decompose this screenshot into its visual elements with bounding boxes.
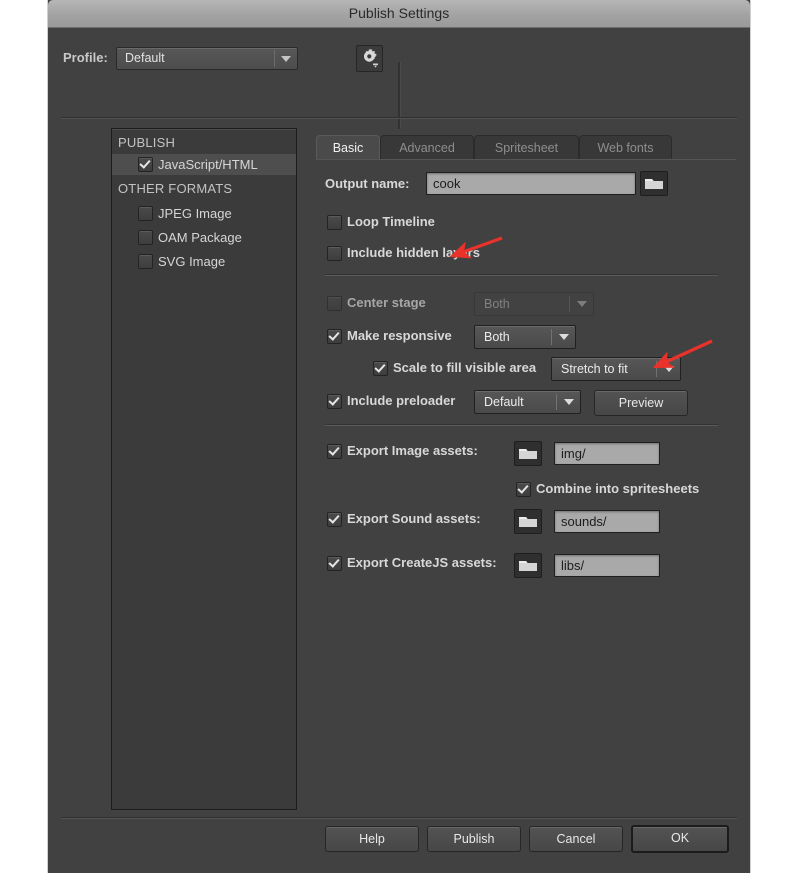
include-hidden-layers-label: Include hidden layers bbox=[347, 245, 480, 260]
cancel-button[interactable]: Cancel bbox=[529, 826, 623, 852]
tab-spritesheet[interactable]: Spritesheet bbox=[474, 135, 579, 160]
sidebar-item-label: JavaScript/HTML bbox=[158, 154, 258, 175]
export-createjs-assets-browse-button[interactable] bbox=[514, 553, 542, 578]
formats-list: PUBLISH JavaScript/HTML OTHER FORMATS JP… bbox=[111, 128, 297, 810]
sidebar-heading-other-formats: OTHER FORMATS bbox=[118, 181, 232, 196]
sidebar-item-checkbox[interactable] bbox=[138, 206, 153, 226]
sidebar-item-oam-package[interactable]: OAM Package bbox=[112, 227, 296, 248]
export-sound-assets-path-value: sounds/ bbox=[561, 511, 607, 532]
center-stage-select[interactable]: Both bbox=[474, 292, 594, 316]
chevron-down-icon bbox=[559, 334, 569, 340]
center-stage-label: Center stage bbox=[347, 295, 426, 310]
ok-button[interactable]: OK bbox=[631, 825, 729, 853]
output-name-label: Output name: bbox=[325, 176, 410, 191]
scale-to-fill-checkbox[interactable] bbox=[373, 361, 388, 376]
sidebar-item-label: SVG Image bbox=[158, 251, 225, 272]
tab-bar: Basic Advanced Spritesheet Web fonts bbox=[316, 135, 736, 160]
make-responsive-select[interactable]: Both bbox=[474, 325, 576, 349]
combine-spritesheets-checkbox[interactable] bbox=[516, 482, 531, 497]
profile-select[interactable]: Default bbox=[116, 47, 298, 70]
output-name-value: cook bbox=[433, 173, 460, 194]
window-title: Publish Settings bbox=[48, 0, 750, 27]
sidebar-item-checkbox[interactable] bbox=[138, 230, 153, 250]
publish-button[interactable]: Publish bbox=[427, 826, 521, 852]
export-createjs-assets-path-value: libs/ bbox=[561, 555, 584, 576]
scale-to-fill-select-divider bbox=[656, 361, 657, 377]
include-preloader-select[interactable]: Default bbox=[474, 390, 581, 414]
sidebar-item-label: JPEG Image bbox=[158, 203, 232, 224]
profile-row: Profile: Default bbox=[48, 27, 750, 117]
center-stage-checkbox[interactable] bbox=[327, 296, 342, 311]
tab-web-fonts[interactable]: Web fonts bbox=[579, 135, 672, 160]
tab-advanced[interactable]: Advanced bbox=[380, 135, 474, 160]
sidebar-item-checkbox[interactable] bbox=[138, 157, 153, 177]
include-preloader-label: Include preloader bbox=[347, 393, 455, 408]
export-sound-assets-checkbox[interactable] bbox=[327, 512, 342, 527]
include-hidden-layers-checkbox[interactable] bbox=[327, 246, 342, 261]
folder-icon bbox=[515, 554, 541, 577]
include-preloader-select-divider bbox=[556, 394, 557, 410]
center-stage-select-value: Both bbox=[484, 293, 510, 315]
include-preloader-select-value: Default bbox=[484, 391, 524, 413]
section-separator-2 bbox=[325, 424, 718, 426]
folder-icon bbox=[515, 510, 541, 533]
basic-tab-panel: Output name: cook Loop Timeline Include … bbox=[316, 160, 737, 808]
output-name-input[interactable]: cook bbox=[426, 172, 636, 195]
chevron-down-icon bbox=[281, 56, 291, 62]
sidebar-item-label: OAM Package bbox=[158, 227, 242, 248]
sidebar-item-jpeg-image[interactable]: JPEG Image bbox=[112, 203, 296, 224]
window-titlebar: Publish Settings bbox=[48, 0, 750, 28]
sidebar-item-svg-image[interactable]: SVG Image bbox=[112, 251, 296, 272]
export-image-assets-checkbox[interactable] bbox=[327, 444, 342, 459]
export-createjs-assets-path-input[interactable]: libs/ bbox=[554, 554, 660, 577]
loop-timeline-checkbox[interactable] bbox=[327, 215, 342, 230]
export-sound-assets-path-input[interactable]: sounds/ bbox=[554, 510, 660, 533]
chevron-down-icon bbox=[664, 366, 674, 372]
footer-separator bbox=[61, 817, 737, 819]
include-preloader-checkbox[interactable] bbox=[327, 394, 342, 409]
sidebar-item-checkbox[interactable] bbox=[138, 254, 153, 274]
sidebar-heading-publish: PUBLISH bbox=[118, 135, 175, 150]
export-image-assets-path-value: img/ bbox=[561, 443, 586, 464]
loop-timeline-label: Loop Timeline bbox=[347, 214, 435, 229]
sidebar-item-javascript-html[interactable]: JavaScript/HTML bbox=[112, 154, 296, 175]
publish-settings-dialog: Publish Settings Profile: Default PUBLIS… bbox=[48, 0, 750, 873]
center-stage-select-divider bbox=[569, 296, 570, 312]
folder-icon bbox=[641, 172, 667, 195]
make-responsive-label: Make responsive bbox=[347, 328, 452, 343]
chevron-down-icon bbox=[577, 301, 587, 307]
folder-icon bbox=[515, 442, 541, 465]
scale-to-fill-select[interactable]: Stretch to fit bbox=[551, 357, 681, 381]
make-responsive-select-divider bbox=[551, 329, 552, 345]
section-separator-1 bbox=[325, 274, 718, 276]
export-image-assets-label: Export Image assets: bbox=[347, 443, 478, 458]
profile-options-button[interactable] bbox=[356, 45, 383, 72]
gear-icon bbox=[357, 46, 382, 71]
scale-to-fill-select-value: Stretch to fit bbox=[561, 358, 628, 380]
help-button[interactable]: Help bbox=[325, 826, 419, 852]
make-responsive-checkbox[interactable] bbox=[327, 329, 342, 344]
tab-basic[interactable]: Basic bbox=[316, 135, 380, 160]
export-sound-assets-label: Export Sound assets: bbox=[347, 511, 481, 526]
profile-select-divider bbox=[274, 50, 275, 67]
profile-select-value: Default bbox=[125, 48, 165, 69]
export-image-assets-path-input[interactable]: img/ bbox=[554, 442, 660, 465]
export-image-assets-browse-button[interactable] bbox=[514, 441, 542, 466]
chevron-down-icon bbox=[564, 399, 574, 405]
output-name-browse-button[interactable] bbox=[640, 171, 668, 196]
export-sound-assets-browse-button[interactable] bbox=[514, 509, 542, 534]
export-createjs-assets-checkbox[interactable] bbox=[327, 556, 342, 571]
header-separator bbox=[61, 117, 737, 119]
export-createjs-assets-label: Export CreateJS assets: bbox=[347, 555, 497, 570]
dialog-footer: Help Publish Cancel OK bbox=[48, 812, 750, 873]
combine-spritesheets-label: Combine into spritesheets bbox=[536, 481, 699, 496]
make-responsive-select-value: Both bbox=[484, 326, 510, 348]
scale-to-fill-label: Scale to fill visible area bbox=[393, 360, 536, 375]
profile-label: Profile: bbox=[63, 50, 108, 65]
preview-button[interactable]: Preview bbox=[594, 390, 688, 416]
